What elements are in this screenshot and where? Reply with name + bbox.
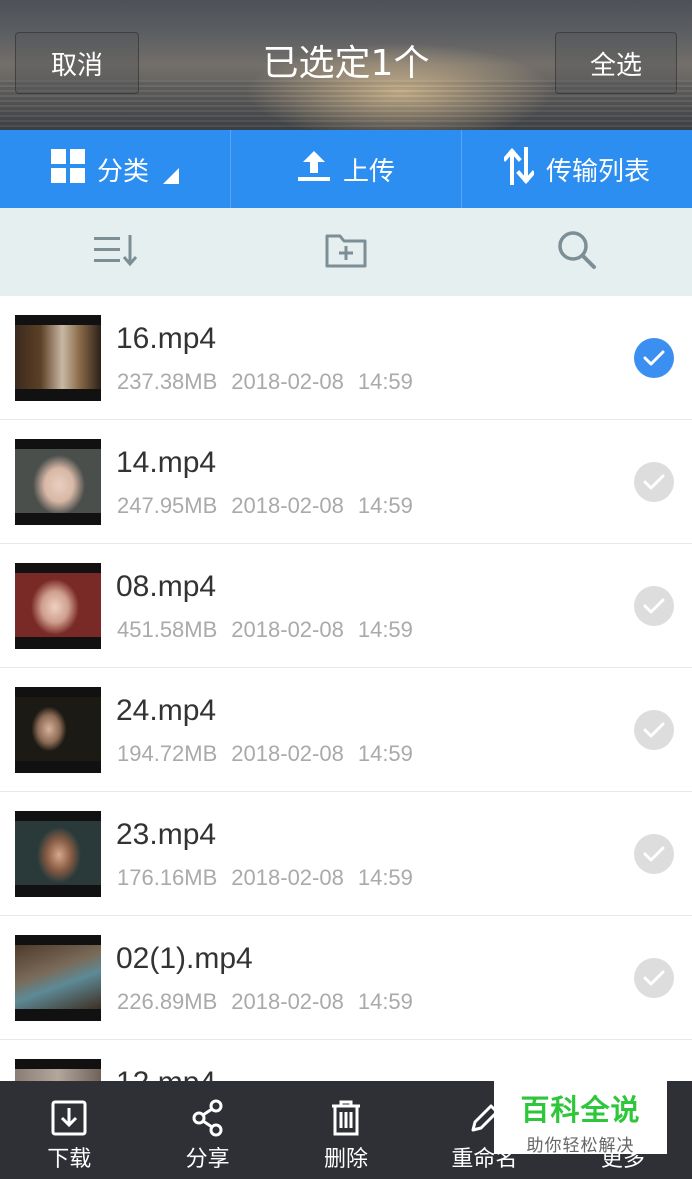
video-thumbnail — [15, 439, 101, 525]
nav-category[interactable]: 分类 — [0, 130, 230, 208]
share-button[interactable]: 分享 — [138, 1081, 276, 1179]
page-title: 已选定1个 — [262, 43, 430, 84]
file-name: 08.mp4 — [116, 570, 217, 603]
check-icon — [643, 598, 665, 614]
list-item[interactable]: 16.mp4 237.38MB 2018-02-08 14:59 — [0, 296, 692, 420]
file-date: 2018-02-08 — [231, 741, 344, 766]
select-checkbox[interactable] — [634, 338, 674, 378]
sort-icon — [92, 232, 138, 272]
file-meta: 226.89MB 2018-02-08 14:59 — [117, 989, 413, 1015]
file-toolbar — [0, 208, 692, 296]
list-item[interactable]: 08.mp4 451.58MB 2018-02-08 14:59 — [0, 544, 692, 668]
file-name: 14.mp4 — [116, 446, 217, 479]
download-label: 下载 — [47, 1147, 92, 1172]
list-item[interactable]: 14.mp4 247.95MB 2018-02-08 14:59 — [0, 420, 692, 544]
file-name: 02(1).mp4 — [116, 942, 253, 975]
video-thumbnail — [15, 811, 101, 897]
file-name: 24.mp4 — [116, 694, 217, 727]
file-list: 16.mp4 237.38MB 2018-02-08 14:59 14.mp4 24… — [0, 296, 692, 1081]
select-checkbox[interactable] — [634, 834, 674, 874]
new-folder-icon — [324, 231, 368, 273]
list-item[interactable]: 12.mp4 — [0, 1040, 692, 1081]
video-thumbnail — [15, 687, 101, 773]
share-icon — [191, 1099, 225, 1137]
nav-upload[interactable]: 上传 — [230, 130, 461, 208]
file-time: 14:59 — [357, 617, 413, 642]
select-all-button[interactable]: 全选 — [555, 32, 677, 94]
dropdown-triangle-icon — [163, 168, 179, 184]
select-checkbox[interactable] — [634, 462, 674, 502]
list-item[interactable]: 02(1).mp4 226.89MB 2018-02-08 14:59 — [0, 916, 692, 1040]
file-meta: 247.95MB 2018-02-08 14:59 — [117, 493, 413, 519]
nav-transfer-label: 传输列表 — [545, 156, 650, 187]
file-time: 14:59 — [357, 369, 413, 394]
file-name: 23.mp4 — [116, 818, 217, 851]
header: 取消 已选定1个 全选 — [0, 0, 692, 130]
file-time: 14:59 — [357, 493, 413, 518]
check-icon — [643, 846, 665, 862]
list-item[interactable]: 23.mp4 176.16MB 2018-02-08 14:59 — [0, 792, 692, 916]
file-time: 14:59 — [357, 989, 413, 1014]
transfer-icon — [502, 146, 536, 192]
file-date: 2018-02-08 — [231, 493, 344, 518]
video-thumbnail — [15, 563, 101, 649]
delete-button[interactable]: 删除 — [277, 1081, 415, 1179]
file-time: 14:59 — [357, 741, 413, 766]
list-item[interactable]: 24.mp4 194.72MB 2018-02-08 14:59 — [0, 668, 692, 792]
nav-transfer-list[interactable]: 传输列表 — [461, 130, 692, 208]
check-icon — [643, 474, 665, 490]
video-thumbnail — [15, 315, 101, 401]
file-meta: 451.58MB 2018-02-08 14:59 — [117, 617, 413, 643]
download-button[interactable]: 下载 — [0, 1081, 138, 1179]
check-icon — [643, 722, 665, 738]
check-icon — [643, 350, 665, 366]
upload-icon — [297, 149, 331, 190]
select-checkbox[interactable] — [634, 586, 674, 626]
watermark-title: 百科全说 — [520, 1093, 641, 1127]
sort-button[interactable] — [0, 208, 231, 296]
nav-upload-label: 上传 — [342, 156, 395, 187]
file-size: 451.58MB — [117, 617, 218, 642]
video-thumbnail — [15, 1059, 101, 1081]
file-size: 226.89MB — [117, 989, 218, 1014]
trash-icon — [330, 1099, 362, 1137]
search-icon — [556, 229, 598, 275]
file-meta: 237.38MB 2018-02-08 14:59 — [117, 369, 413, 395]
file-meta: 176.16MB 2018-02-08 14:59 — [117, 865, 413, 891]
file-date: 2018-02-08 — [231, 865, 344, 890]
share-label: 分享 — [185, 1147, 230, 1172]
search-button[interactable] — [461, 208, 692, 296]
file-date: 2018-02-08 — [231, 617, 344, 642]
download-icon — [51, 1099, 87, 1137]
file-time: 14:59 — [357, 865, 413, 890]
cancel-button[interactable]: 取消 — [15, 32, 139, 94]
select-checkbox[interactable] — [634, 710, 674, 750]
file-name: 12.mp4 — [116, 1066, 216, 1081]
grid-icon — [50, 148, 85, 190]
new-folder-button[interactable] — [231, 208, 462, 296]
file-meta: 194.72MB 2018-02-08 14:59 — [117, 741, 413, 767]
video-thumbnail — [15, 935, 101, 1021]
file-size: 237.38MB — [117, 369, 218, 394]
delete-label: 删除 — [324, 1147, 369, 1172]
file-date: 2018-02-08 — [231, 989, 344, 1014]
watermark-logo: 百科全说 助你轻松解决 — [494, 1081, 667, 1156]
file-date: 2018-02-08 — [231, 369, 344, 394]
file-size: 194.72MB — [117, 741, 218, 766]
file-size: 176.16MB — [117, 865, 218, 890]
file-name: 16.mp4 — [116, 322, 217, 355]
select-checkbox[interactable] — [634, 958, 674, 998]
check-icon — [643, 970, 665, 986]
nav-category-label: 分类 — [96, 156, 149, 187]
watermark-subtitle: 助你轻松解决 — [526, 1136, 635, 1156]
category-nav: 分类 上传 传输列表 — [0, 130, 692, 208]
file-size: 247.95MB — [117, 493, 218, 518]
